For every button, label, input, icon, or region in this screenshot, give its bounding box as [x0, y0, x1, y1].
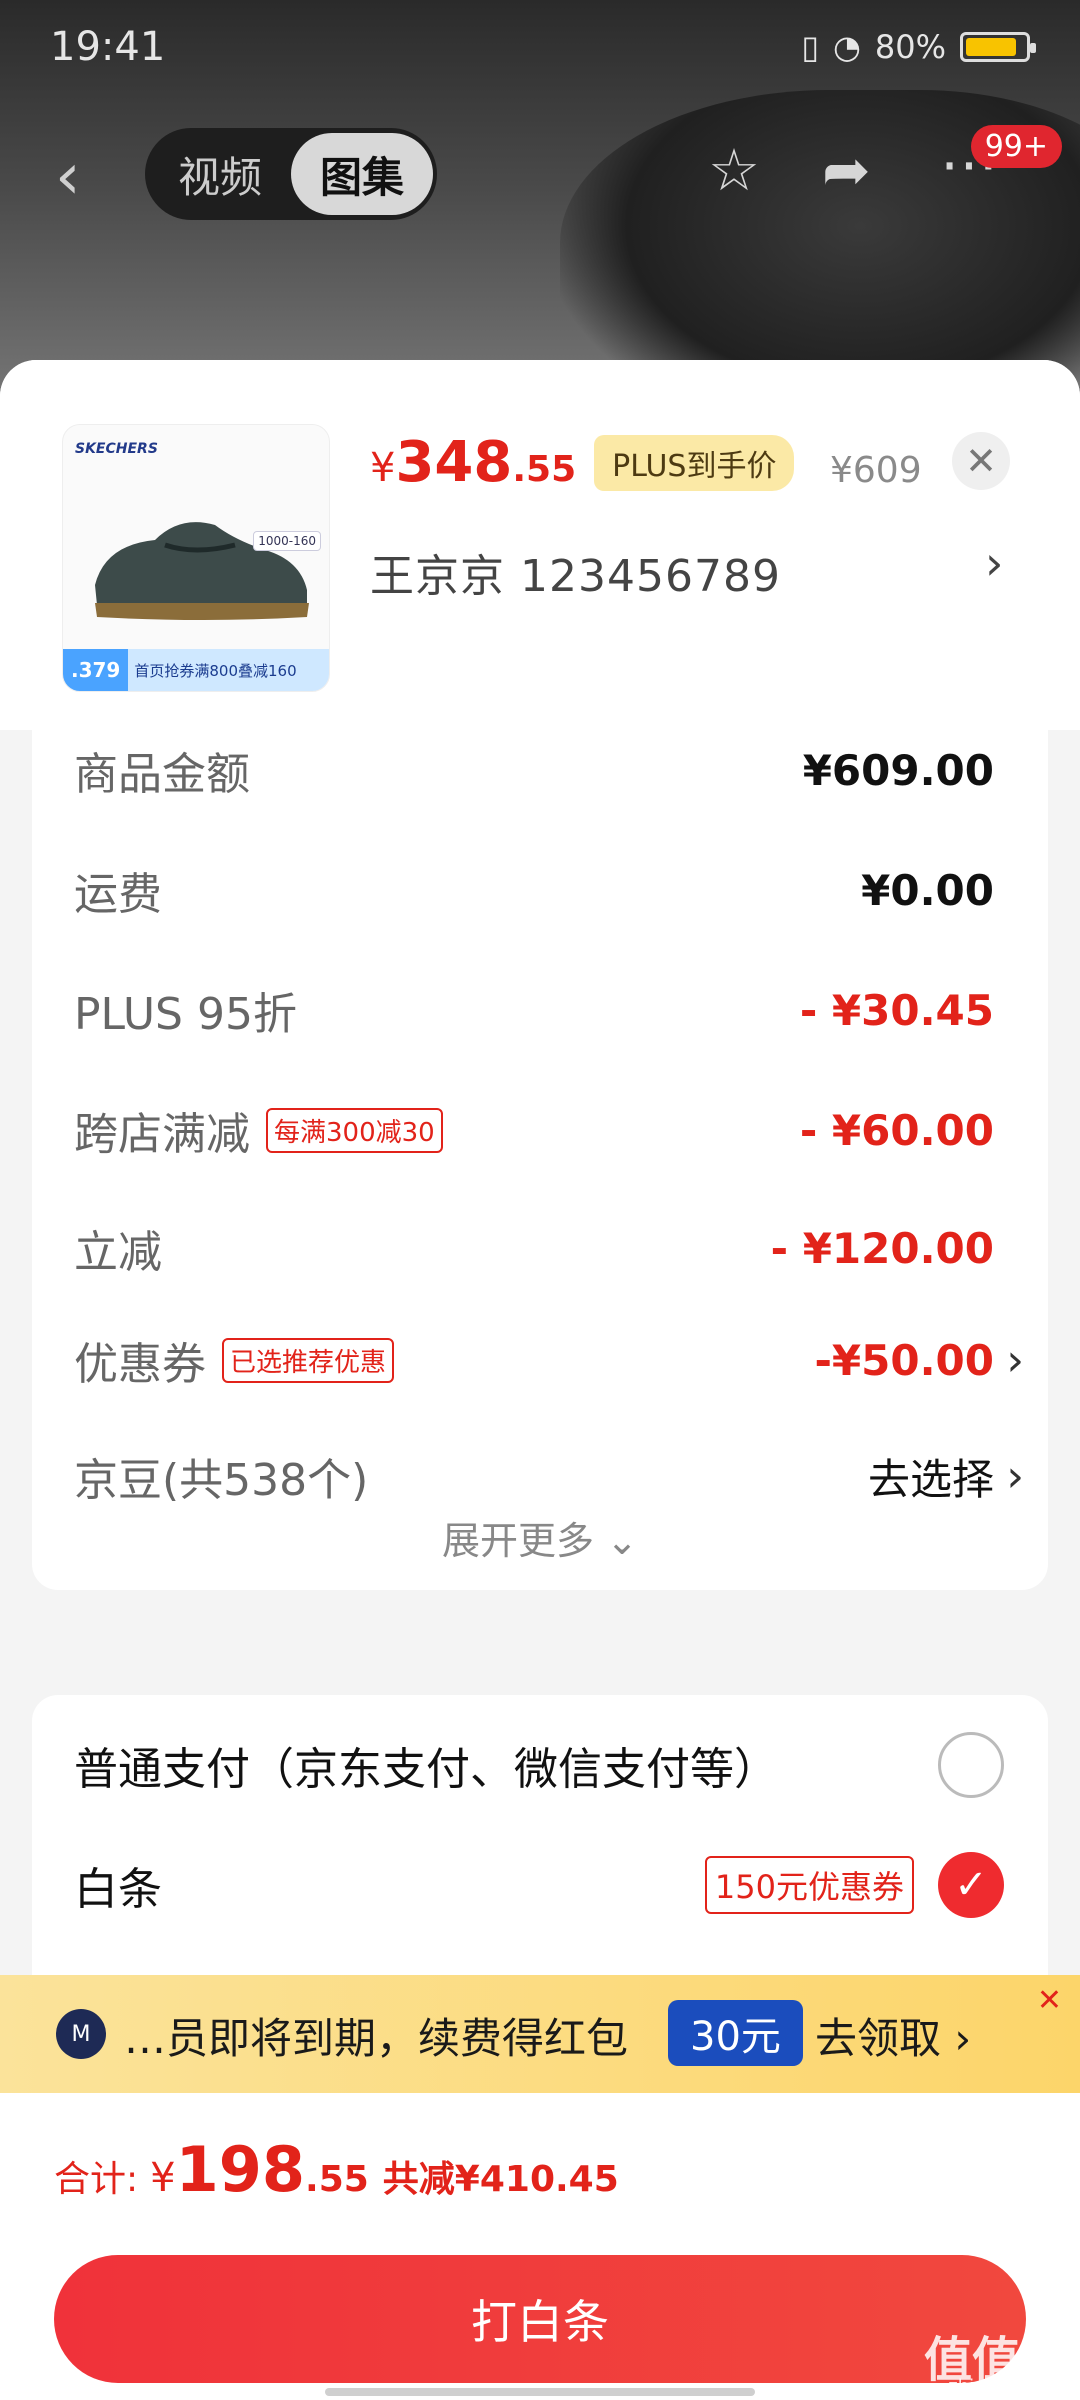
- tab-gallery[interactable]: 图集: [291, 133, 433, 215]
- total-integer: 198: [175, 2133, 306, 2206]
- radio-button[interactable]: [938, 1732, 1004, 1798]
- order-total: 合计: ¥ 198 .55 共减¥410.45: [54, 2133, 619, 2206]
- summary-row-jd-beans[interactable]: 京豆(共538个) 去选择 ›: [74, 1436, 1024, 1516]
- summary-label: 商品金额: [74, 749, 250, 800]
- thumbnail-promo-text: 首页抢券满800叠减160: [134, 661, 297, 680]
- banner-text: …员即将到期，续费得红包: [124, 2014, 629, 2063]
- summary-label: 跨店满减 每满300减30: [74, 1098, 443, 1162]
- battery-percent: 80%: [874, 28, 946, 66]
- star-icon[interactable]: ☆: [708, 141, 760, 199]
- membership-renewal-banner[interactable]: M …员即将到期，续费得红包 30元 去领取 › ✕: [0, 1975, 1080, 2093]
- summary-row-goods: 商品金额 ¥609.00: [74, 730, 994, 810]
- check-icon[interactable]: ✓: [938, 1852, 1004, 1918]
- notification-badge: 99+: [970, 125, 1062, 168]
- summary-label: 京豆(共538个): [74, 1455, 369, 1506]
- summary-value: -¥50.00: [814, 1335, 994, 1385]
- product-thumbnail[interactable]: SKECHERS 1000-160 .379 首页抢券满800叠减160: [62, 424, 330, 692]
- price-integer: 348: [395, 430, 513, 495]
- banner-claim-link[interactable]: 去领取 ›: [815, 2005, 971, 2066]
- summary-row-coupon[interactable]: 优惠券 已选推荐优惠 -¥50.00 ›: [74, 1320, 1024, 1400]
- payment-option-label: 白条: [74, 1864, 162, 1915]
- plus-price-tag: PLUS到手价: [594, 434, 795, 491]
- summary-label-text: 跨店满减: [74, 1109, 250, 1160]
- total-decimal: .55: [305, 2159, 369, 2200]
- tab-video[interactable]: 视频: [149, 133, 291, 215]
- summary-row-plus-discount: PLUS 95折 - ¥30.45: [74, 970, 994, 1050]
- choose-beans-link[interactable]: 去选择: [868, 1446, 994, 1507]
- thumbnail-price: .379: [63, 649, 129, 691]
- summary-value: ¥609.00: [802, 745, 994, 795]
- sim-icon: ▯: [801, 28, 819, 66]
- summary-value: - ¥120.00: [770, 1223, 994, 1273]
- summary-row-instant-discount: 立减 - ¥120.00: [74, 1208, 994, 1288]
- pay-button[interactable]: 打白条: [54, 2255, 1026, 2383]
- price-row: ¥ 348 .55 PLUS到手价: [370, 430, 795, 495]
- wifi-icon: ◔: [832, 28, 861, 66]
- chevron-right-icon[interactable]: ›: [985, 536, 1003, 590]
- summary-row-cross-store: 跨店满减 每满300减30 - ¥60.00: [74, 1090, 994, 1170]
- delivery-address[interactable]: 王京京 123456789: [370, 540, 781, 604]
- promo-tag: 已选推荐优惠: [222, 1337, 395, 1383]
- expand-more-button[interactable]: 展开更多 ⌄: [32, 1510, 1048, 1565]
- price-decimal: .55: [512, 449, 577, 490]
- summary-value: ¥0.00: [861, 865, 994, 915]
- close-icon[interactable]: ✕: [952, 432, 1010, 490]
- membership-logo-icon: M: [56, 2009, 106, 2059]
- share-icon[interactable]: ➦: [822, 141, 871, 199]
- summary-row-shipping: 运费 ¥0.00: [74, 850, 994, 930]
- status-bar: 19:41 ▯ ◔ 80%: [0, 0, 1080, 100]
- promo-tag: 每满300减30: [266, 1107, 443, 1153]
- chevron-right-icon[interactable]: ›: [1006, 1335, 1024, 1386]
- total-saved: 共减¥410.45: [382, 2159, 619, 2200]
- status-time: 19:41: [50, 24, 166, 70]
- product-header: SKECHERS 1000-160 .379 首页抢券满800叠减160 ¥ 3…: [0, 360, 1080, 730]
- media-toggle: 视频 图集: [145, 128, 437, 220]
- summary-value: - ¥30.45: [799, 985, 994, 1035]
- total-label: 合计:: [54, 2159, 139, 2200]
- price-summary-card: 商品金额 ¥609.00 运费 ¥0.00 PLUS 95折 - ¥30.45 …: [32, 730, 1048, 1590]
- thumbnail-tag: 1000-160: [253, 531, 321, 551]
- total-currency: ¥: [150, 2155, 176, 2201]
- payment-option-normal[interactable]: 普通支付（京东支付、微信支付等）: [74, 1715, 1044, 1815]
- banner-amount-badge: 30元: [668, 2000, 803, 2066]
- summary-label-text: 优惠券: [74, 1339, 206, 1390]
- status-icons: ▯ ◔ 80%: [801, 28, 1036, 66]
- home-indicator[interactable]: [325, 2388, 755, 2396]
- price-currency: ¥: [370, 445, 396, 491]
- battery-icon: [960, 32, 1036, 62]
- checkout-footer: 合计: ¥ 198 .55 共减¥410.45 打白条: [0, 2093, 1080, 2400]
- shoe-illustration: [95, 522, 309, 620]
- thumbnail-brand: SKECHERS: [75, 441, 158, 457]
- back-icon[interactable]: ‹: [55, 145, 81, 209]
- payment-option-label: 普通支付（京东支付、微信支付等）: [74, 1744, 778, 1795]
- chevron-right-icon[interactable]: ›: [1006, 1451, 1024, 1502]
- payment-option-baitiao[interactable]: 白条 150元优惠券 ✓: [74, 1835, 1044, 1935]
- watermark-url: zhizhizhi.com: [948, 2376, 1070, 2397]
- summary-label: 立减: [74, 1227, 162, 1278]
- summary-value: - ¥60.00: [799, 1105, 994, 1155]
- summary-label: PLUS 95折: [74, 989, 297, 1040]
- banner-close-icon[interactable]: ✕: [1037, 1983, 1062, 2018]
- payment-method-card: 普通支付（京东支付、微信支付等） 白条 150元优惠券 ✓: [32, 1695, 1048, 1995]
- coupon-tag: 150元优惠券: [704, 1856, 914, 1914]
- summary-label: 优惠券 已选推荐优惠: [74, 1328, 395, 1392]
- original-price: ¥609: [830, 450, 922, 491]
- thumbnail-promo-strip: .379 首页抢券满800叠减160: [63, 649, 329, 691]
- top-nav: ‹ 视频 图集 ☆ ➦ ⋯ 99+: [0, 125, 1080, 225]
- summary-label: 运费: [74, 869, 162, 920]
